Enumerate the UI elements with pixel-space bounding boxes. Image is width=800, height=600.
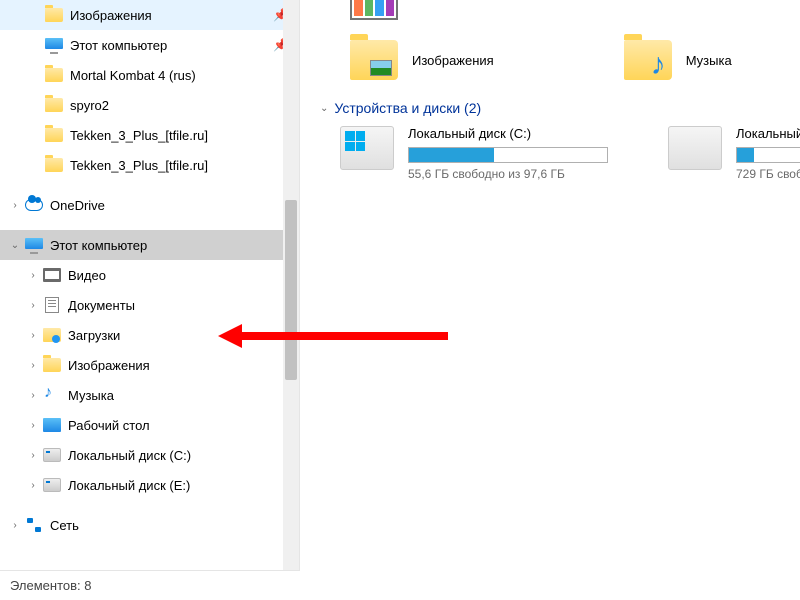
drive-usage-bar [736,147,800,163]
sidebar-item-label: Загрузки [68,328,299,343]
sidebar-item-label: Видео [68,268,299,283]
sidebar-item-pictures[interactable]: › Изображения [0,350,299,380]
sidebar-item-label: Локальный диск (E:) [68,478,299,493]
folder-item-music[interactable]: ♪ Музыка [624,40,732,80]
drive-title: Локальный диск (C:) [408,126,608,141]
pc-icon [24,235,44,255]
folder-label: Изображения [412,53,494,68]
sidebar-item-folder[interactable]: Tekken_3_Plus_[tfile.ru] [0,150,299,180]
sidebar-item-documents[interactable]: › Документы [0,290,299,320]
sidebar-item-desktop[interactable]: › Рабочий стол [0,410,299,440]
chevron-right-icon[interactable]: › [26,358,40,372]
folder-label: Музыка [686,53,732,68]
video-folder-icon [42,265,62,285]
sidebar-item-folder[interactable]: spyro2 [0,90,299,120]
sidebar-item-downloads[interactable]: › Загрузки [0,320,299,350]
pictures-folder-icon [44,5,64,25]
sidebar-item-label: Этот компьютер [70,38,273,53]
folder-icon [44,155,64,175]
disk-icon [42,445,62,465]
chevron-right-icon[interactable]: › [26,388,40,402]
sidebar-item-label: Музыка [68,388,299,403]
pictures-folder-icon [350,40,398,80]
sidebar-item-folder[interactable]: Mortal Kombat 4 (rus) [0,60,299,90]
drive-item-c[interactable]: Локальный диск (C:) 55,6 ГБ свободно из … [340,126,608,181]
chevron-down-icon: ⌄ [320,103,328,114]
onedrive-icon [24,195,44,215]
music-folder-icon [42,385,62,405]
sidebar-item-this-pc-pinned[interactable]: Этот компьютер 📌 [0,30,299,60]
drive-subtitle: 729 ГБ своб [736,167,800,181]
scrollbar-thumb[interactable] [285,200,297,380]
navigation-pane: Изображения 📌 Этот компьютер 📌 Mortal Ko… [0,0,300,600]
sidebar-item-label: Изображения [70,8,273,23]
chevron-right-icon[interactable]: › [26,418,40,432]
pictures-folder-icon [42,355,62,375]
content-pane: Изображения ♪ Музыка ⌄ Устройства и диск… [300,0,800,600]
chevron-right-icon[interactable]: › [26,448,40,462]
sidebar-item-local-disk-c[interactable]: › Локальный диск (C:) [0,440,299,470]
sidebar-item-music[interactable]: › Музыка [0,380,299,410]
section-title: Устройства и диски (2) [334,100,481,116]
sidebar-item-label: Документы [68,298,299,313]
sidebar-item-label: Изображения [68,358,299,373]
sidebar-item-label: Этот компьютер [50,238,299,253]
folder-icon [44,125,64,145]
disk-icon [42,475,62,495]
sidebar-item-this-pc[interactable]: ⌄ Этот компьютер [0,230,299,260]
pc-icon [44,35,64,55]
chevron-down-icon[interactable]: ⌄ [8,238,22,252]
status-text: Элементов: 8 [10,578,91,593]
drive-icon [668,126,722,170]
folder-item-pictures[interactable]: Изображения [350,40,494,80]
network-icon [24,515,44,535]
folder-icon [44,95,64,115]
drive-icon [340,126,394,170]
desktop-folder-icon [42,415,62,435]
chevron-right-icon[interactable]: › [26,268,40,282]
sidebar-item-label: Рабочий стол [68,418,299,433]
sidebar-item-label: Tekken_3_Plus_[tfile.ru] [70,128,299,143]
sidebar-item-label: Tekken_3_Plus_[tfile.ru] [70,158,299,173]
folder-icon [44,65,64,85]
sidebar-item-label: OneDrive [50,198,299,213]
sidebar-item-videos[interactable]: › Видео [0,260,299,290]
chevron-right-icon[interactable]: › [8,198,22,212]
sidebar-item-label: Mortal Kombat 4 (rus) [70,68,299,83]
chevron-right-icon[interactable]: › [26,478,40,492]
downloads-folder-icon [42,325,62,345]
chevron-right-icon[interactable]: › [26,298,40,312]
music-folder-icon: ♪ [624,40,672,80]
status-bar: Элементов: 8 [0,570,300,600]
drive-usage-bar [408,147,608,163]
sidebar-item-pictures[interactable]: Изображения 📌 [0,0,299,30]
sidebar-item-label: spyro2 [70,98,299,113]
drive-title: Локальный [736,126,800,141]
sidebar-item-onedrive[interactable]: › OneDrive [0,190,299,220]
drives-section-header[interactable]: ⌄ Устройства и диски (2) [320,100,800,116]
drive-subtitle: 55,6 ГБ свободно из 97,6 ГБ [408,167,608,181]
sidebar-item-folder[interactable]: Tekken_3_Plus_[tfile.ru] [0,120,299,150]
chevron-right-icon[interactable]: › [26,328,40,342]
scrollbar[interactable] [283,0,299,570]
sidebar-item-network[interactable]: › Сеть [0,510,299,540]
drive-item-second[interactable]: Локальный 729 ГБ своб [668,126,800,181]
sidebar-item-label: Локальный диск (C:) [68,448,299,463]
chevron-right-icon[interactable]: › [8,518,22,532]
sidebar-item-label: Сеть [50,518,299,533]
documents-folder-icon [42,295,62,315]
sidebar-item-local-disk-e[interactable]: › Локальный диск (E:) [0,470,299,500]
